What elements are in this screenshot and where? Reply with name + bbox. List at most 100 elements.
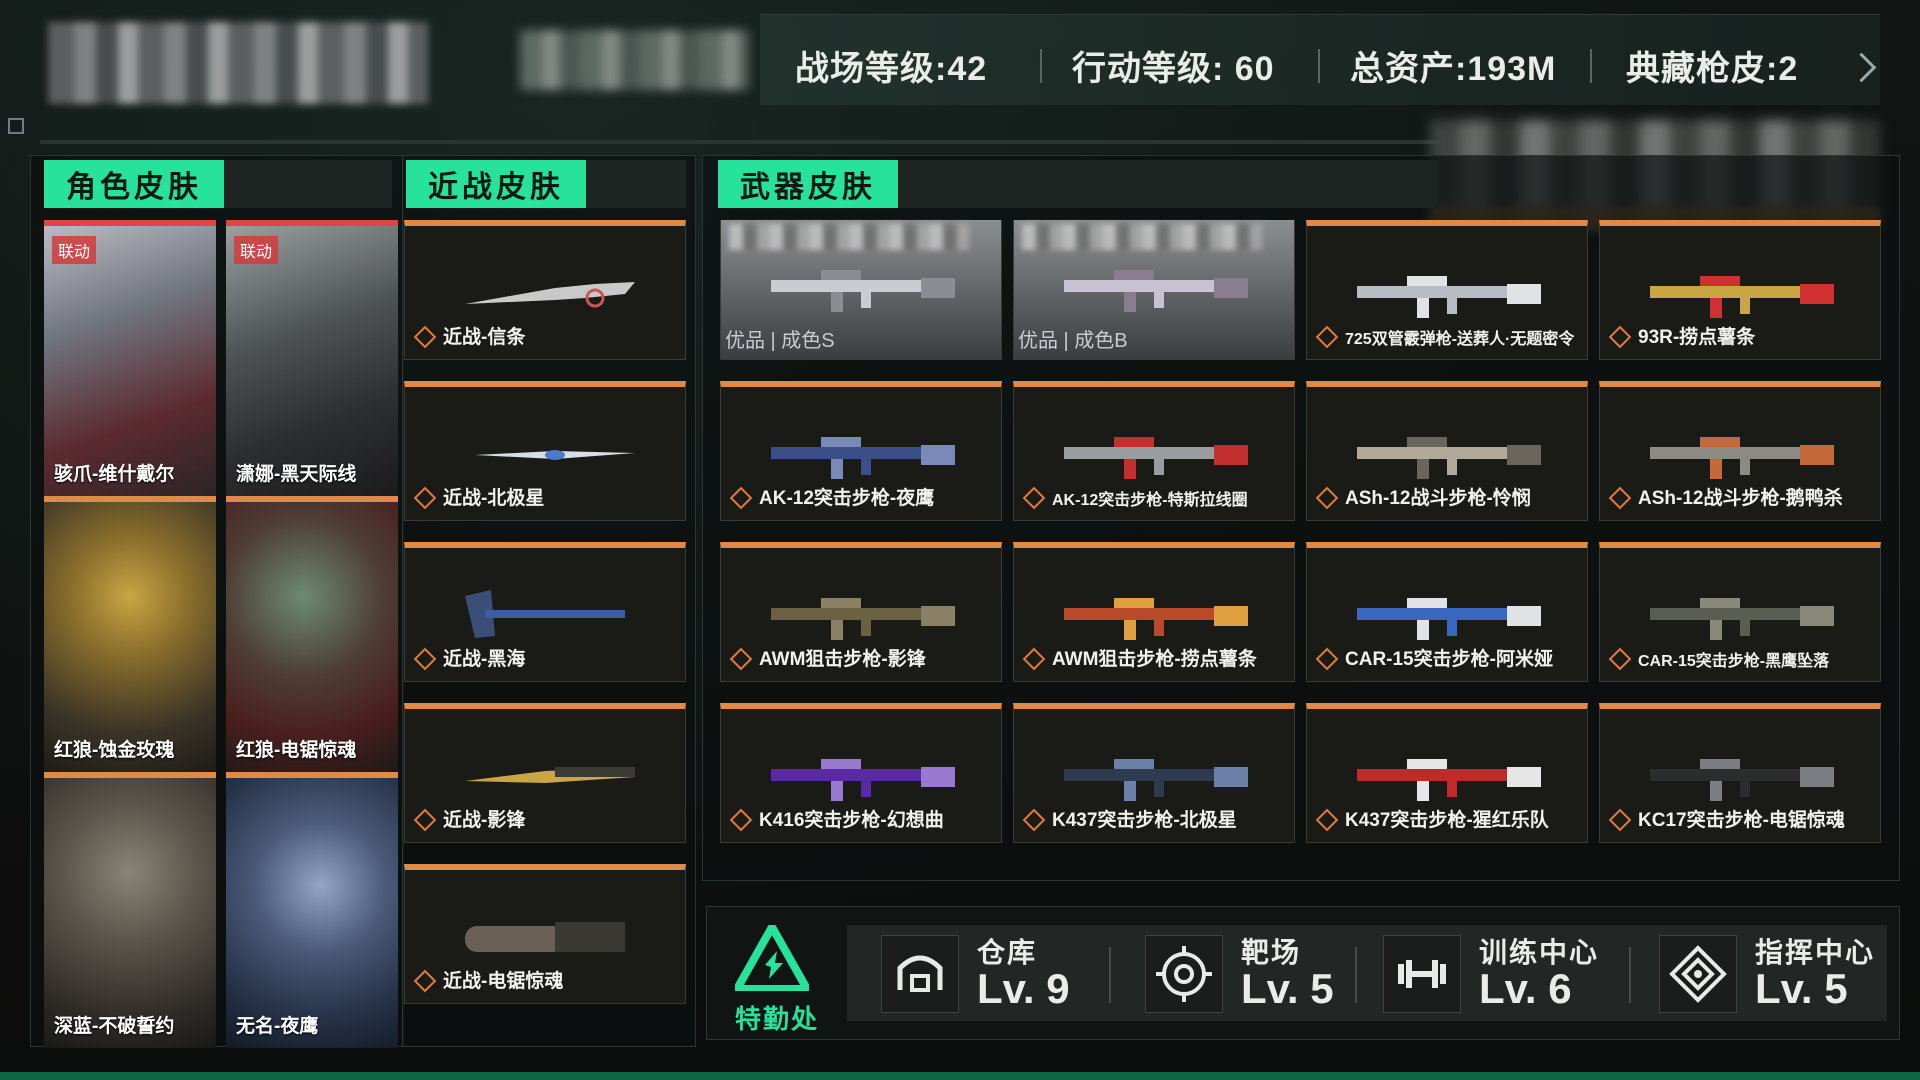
weapon-skin-name: AWM狙击步枪-捞点薯条 <box>1052 649 1257 670</box>
character-skin-name: 潇娜-黑天际线 <box>236 464 357 485</box>
tab-spacer <box>224 160 392 208</box>
weapon-skin-card[interactable]: 优品 | 成色B <box>1013 220 1295 360</box>
weapon-icon <box>1357 598 1541 640</box>
melee-skin-card[interactable]: 近战-北极星 <box>404 381 686 521</box>
divider <box>1590 49 1592 83</box>
facility-level: Lv. 5 <box>1755 965 1848 1012</box>
character-portrait <box>44 226 216 496</box>
weapon-skin-card[interactable]: ASh-12战斗步枪-怜悯 <box>1306 381 1588 521</box>
melee-skin-name: 近战-电锯惊魂 <box>443 971 564 992</box>
weapon-skin-card[interactable]: K437突击步枪-猩红乐队 <box>1306 703 1588 843</box>
weapon-skin-card[interactable]: 93R-捞点薯条 <box>1599 220 1881 360</box>
facility-level: Lv. 5 <box>1241 965 1334 1012</box>
character-skin-name: 红狼-电锯惊魂 <box>236 740 357 761</box>
divider <box>1109 947 1111 1003</box>
chainsaw-icon <box>465 922 625 952</box>
character-skin-card[interactable]: 无名-夜鹰 <box>226 772 398 1048</box>
weapon-icon <box>1064 598 1248 640</box>
weapon-quality-label: 优品 | 成色B <box>1018 330 1128 352</box>
knife-icon <box>465 282 635 308</box>
diamond-icon <box>1315 647 1339 671</box>
tab-melee-skins[interactable]: 近战皮肤 <box>406 160 586 208</box>
weapon-skin-card[interactable]: 725双管霰弹枪-送葬人·无题密令 <box>1306 220 1588 360</box>
knife-icon <box>465 767 635 783</box>
weapon-skin-card[interactable]: K437突击步枪-北极星 <box>1013 703 1295 843</box>
stat-battlefield-level: 战场等级:42 <box>795 50 988 88</box>
weapon-icon <box>1064 437 1248 479</box>
command-icon[interactable] <box>1659 935 1737 1013</box>
weapon-skin-card[interactable]: AWM狙击步枪-影锋 <box>720 542 1002 682</box>
melee-skin-name: 近战-影锋 <box>443 810 526 831</box>
weapon-icon <box>1650 759 1834 801</box>
melee-skin-name: 近战-黑海 <box>443 649 526 670</box>
weapon-icon <box>771 598 955 640</box>
weapon-icon <box>1650 276 1834 318</box>
character-skin-card[interactable]: 联动 骇爪-维什戴尔 <box>44 220 216 496</box>
special-office-title: 特勤处 <box>735 1004 820 1034</box>
divider <box>1355 947 1357 1003</box>
weapon-skin-name: AWM狙击步枪-影锋 <box>759 649 926 670</box>
diamond-icon <box>1608 808 1632 832</box>
diamond-icon <box>1022 808 1046 832</box>
melee-skin-card[interactable]: 近战-影锋 <box>404 703 686 843</box>
character-skin-card[interactable]: 红狼-蚀金玫瑰 <box>44 496 216 772</box>
character-skin-card[interactable]: 深蓝-不破誓约 <box>44 772 216 1048</box>
blurred-label <box>729 224 969 250</box>
diamond-icon <box>729 808 753 832</box>
weapon-icon <box>1357 276 1541 318</box>
stats-bar: 战场等级:42 行动等级: 60 总资产:193M 典藏枪皮:2 <box>760 14 1880 105</box>
special-office-bar: 特勤处 仓库 Lv. 9 靶场 Lv. 5 训练中心 Lv. 6 指挥中心 Lv… <box>706 906 1900 1040</box>
weapon-icon <box>1650 598 1834 640</box>
melee-skin-name: 近战-北极星 <box>443 488 545 509</box>
tab-character-skins[interactable]: 角色皮肤 <box>44 160 224 208</box>
melee-skin-card[interactable]: 近战-黑海 <box>404 542 686 682</box>
facility-level: Lv. 9 <box>977 965 1070 1012</box>
melee-skin-name: 近战-信条 <box>443 327 526 348</box>
weapon-skin-card[interactable]: CAR-15突击步枪-黑鹰坠落 <box>1599 542 1881 682</box>
weapon-skin-card[interactable]: AK-12突击步枪-特斯拉线圈 <box>1013 381 1295 521</box>
target-icon[interactable] <box>1145 935 1223 1013</box>
weapon-skin-card[interactable]: CAR-15突击步枪-阿米娅 <box>1306 542 1588 682</box>
knife-icon <box>475 450 635 460</box>
collab-badge: 联动 <box>234 236 279 264</box>
tab-weapon-skins[interactable]: 武器皮肤 <box>718 160 898 208</box>
weapon-skin-card[interactable]: KC17突击步枪-电锯惊魂 <box>1599 703 1881 843</box>
melee-skin-card[interactable]: 近战-电锯惊魂 <box>404 864 686 1004</box>
chevron-right-icon[interactable] <box>1846 52 1877 83</box>
bottom-accent-line <box>0 1072 1920 1080</box>
diamond-icon <box>413 486 437 510</box>
weapon-icon <box>1064 270 1248 312</box>
diamond-icon <box>413 808 437 832</box>
square-icon <box>8 118 24 134</box>
warehouse-icon[interactable] <box>881 935 959 1013</box>
diamond-icon <box>413 647 437 671</box>
character-portrait <box>226 778 398 1048</box>
weapon-skin-card[interactable]: AK-12突击步枪-夜鹰 <box>720 381 1002 521</box>
diamond-icon <box>1022 647 1046 671</box>
facilities-row: 仓库 Lv. 9 靶场 Lv. 5 训练中心 Lv. 6 指挥中心 Lv. 5 <box>847 925 1887 1021</box>
tab-spacer <box>586 160 686 208</box>
character-skin-card[interactable]: 联动 潇娜-黑天际线 <box>226 220 398 496</box>
weapon-icon <box>771 759 955 801</box>
weapon-icon <box>771 437 955 479</box>
divider <box>1318 49 1320 83</box>
melee-skin-card[interactable]: 近战-信条 <box>404 220 686 360</box>
divider <box>40 140 1440 144</box>
weapon-skin-name: K437突击步枪-北极星 <box>1052 810 1237 831</box>
weapon-skin-card[interactable]: ASh-12战斗步枪-鹅鸭杀 <box>1599 381 1881 521</box>
weapon-skin-card[interactable]: 优品 | 成色S <box>720 220 1002 360</box>
stat-operation-level: 行动等级: 60 <box>1072 50 1275 88</box>
weapon-skin-card[interactable]: AWM狙击步枪-捞点薯条 <box>1013 542 1295 682</box>
diamond-icon <box>1608 486 1632 510</box>
weapon-skin-name: AK-12突击步枪-夜鹰 <box>759 488 935 509</box>
character-skin-card[interactable]: 红狼-电锯惊魂 <box>226 496 398 772</box>
diamond-icon <box>729 486 753 510</box>
weapon-skin-card[interactable]: K416突击步枪-幻想曲 <box>720 703 1002 843</box>
dumbbell-icon[interactable] <box>1383 935 1461 1013</box>
weapon-skin-name: 93R-捞点薯条 <box>1638 327 1756 348</box>
character-skin-name: 红狼-蚀金玫瑰 <box>54 740 175 761</box>
weapon-skin-name: K416突击步枪-幻想曲 <box>759 810 944 831</box>
character-skin-name: 骇爪-维什戴尔 <box>54 464 175 485</box>
axe-icon <box>465 590 625 638</box>
divider <box>1629 947 1631 1003</box>
